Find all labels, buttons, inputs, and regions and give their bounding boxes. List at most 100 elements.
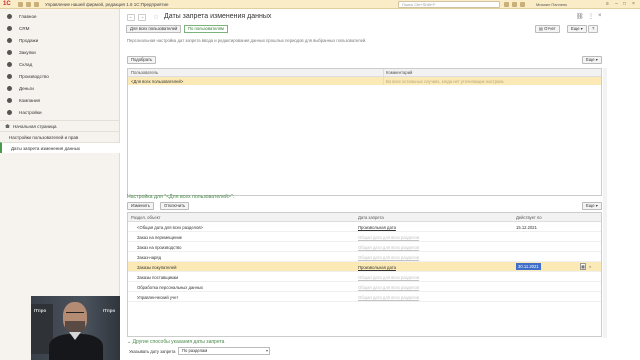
row-section: Заказы покупателей: [137, 264, 177, 270]
sidebar-page-label: Даты запрета изменения данных: [11, 146, 81, 151]
column-header-comment[interactable]: Комментарий: [386, 70, 412, 75]
minimize-icon[interactable]: –: [614, 2, 619, 7]
section-title: Настройка для "<Для всех пользователей>"…: [127, 194, 235, 200]
sidebar-item-settings[interactable]: Настройки: [0, 108, 120, 118]
toggle-all-users[interactable]: Для всех пользователей: [126, 25, 182, 33]
favorites-icon[interactable]: [520, 2, 525, 7]
forward-button[interactable]: →: [138, 14, 146, 21]
search-input[interactable]: Поиск Ctrl+Shift+F: [398, 1, 500, 8]
table-row[interactable]: Заказ-наряд Общая дата для всех разделов: [128, 252, 601, 262]
table-row[interactable]: Управленческий учет Общая дата для всех …: [128, 292, 601, 302]
sidebar-item-sales[interactable]: Продажи: [0, 36, 120, 46]
column-divider: [383, 69, 384, 85]
sidebar-item-production[interactable]: Производство: [0, 72, 120, 82]
toggle-by-users[interactable]: По пользователям: [184, 25, 228, 33]
sidebar-item-warehouse[interactable]: Склад: [0, 60, 120, 70]
more-icon[interactable]: ⋮: [588, 13, 594, 20]
bell-icon[interactable]: [34, 2, 39, 7]
grid-icon[interactable]: [26, 2, 31, 7]
other-ways-label: Другие способы указания даты запрета: [132, 339, 225, 345]
sidebar-item-money[interactable]: Деньги: [0, 84, 120, 94]
row-date-link[interactable]: Общая дата для всех разделов: [358, 235, 419, 240]
table-row[interactable]: Заказ на перемещение Общая дата для всех…: [128, 232, 601, 242]
row-section: Обработка персональных данных: [137, 284, 204, 290]
table-row[interactable]: Обработка персональных данных Общая дата…: [128, 282, 601, 292]
link-icon[interactable]: ⛓: [576, 13, 584, 20]
row-section: Заказ на перемещение: [137, 234, 183, 240]
column-header-user[interactable]: Пользователь: [131, 70, 158, 75]
sidebar-item-label: Главное: [19, 14, 37, 19]
other-ways-toggle[interactable]: ⌄ Другие способы указания даты запрета: [127, 339, 224, 345]
condition-label: Указывать дату запрета: [129, 349, 176, 354]
maximize-icon[interactable]: □: [622, 2, 627, 7]
close-icon[interactable]: ×: [598, 13, 602, 19]
grid2-more-button[interactable]: Еще ▾: [582, 202, 602, 210]
calendar-icon[interactable]: ▦: [580, 263, 586, 270]
row-date-link[interactable]: Общая дата для всех разделов: [358, 275, 419, 280]
menu-icon[interactable]: [18, 2, 23, 7]
table-header: Пользователь Комментарий: [128, 69, 601, 77]
sidebar-page-close-dates[interactable]: Даты запрета изменения данных: [0, 142, 120, 153]
row-date-link[interactable]: Общая дата для всех разделов: [358, 255, 419, 260]
sidebar-item-label: Настройки: [19, 110, 42, 115]
settings-icon[interactable]: ≡: [605, 2, 610, 7]
row-user: <Для всех пользователей>: [131, 78, 184, 84]
row-comment: Во всех остальных случаях, когда нет уто…: [386, 78, 505, 84]
sidebar-page-user-settings[interactable]: Настройки пользователей и прав: [0, 131, 120, 142]
users-table: Пользователь Комментарий <Для всех польз…: [127, 68, 602, 196]
history-icon[interactable]: [512, 2, 517, 7]
page-title: Даты запрета изменения данных: [164, 13, 272, 20]
sidebar-page-home[interactable]: Начальная страница: [0, 120, 120, 131]
date-edit-field[interactable]: 30.11.2021: [516, 263, 541, 270]
off-button[interactable]: Отключить: [160, 202, 190, 210]
row-date-link[interactable]: Произвольная дата: [358, 225, 396, 230]
chevron-down-icon: ▾: [265, 348, 268, 353]
row-section: <Общая дата для всех разделов>: [137, 224, 203, 230]
row-section: Заказы поставщикам: [137, 274, 179, 280]
grid1-more-button[interactable]: Еще ▾: [582, 56, 602, 64]
pick-button[interactable]: Подобрать: [127, 56, 157, 64]
presenter-glasses: [66, 312, 84, 315]
column-header-active[interactable]: Действует по: [516, 215, 542, 220]
row-date-link[interactable]: Общая дата для всех разделов: [358, 285, 419, 290]
report-button[interactable]: ▤ Отчет: [535, 25, 560, 33]
row-date-link[interactable]: Общая дата для всех разделов: [358, 245, 419, 250]
warehouse-icon: [7, 62, 12, 67]
report-button-label: Отчет: [544, 26, 556, 31]
webcam-overlay: ITпро ITпро: [31, 296, 120, 360]
scrollbar[interactable]: [603, 68, 607, 338]
more-button[interactable]: Еще ▾: [567, 25, 587, 33]
close-icon[interactable]: ×: [631, 2, 636, 7]
help-button[interactable]: ?: [588, 25, 599, 33]
column-header-section[interactable]: Раздел, объект: [131, 215, 161, 220]
row-date-link[interactable]: Произвольная дата: [358, 265, 396, 270]
condition-select[interactable]: По разделам ▾: [178, 347, 270, 355]
row-section: Заказ-наряд: [137, 254, 162, 260]
money-icon: [7, 86, 12, 91]
table-row[interactable]: Заказы поставщикам Общая дата для всех р…: [128, 272, 601, 282]
table-row[interactable]: <Для всех пользователей> Во всех остальн…: [128, 77, 601, 85]
notifications-icon[interactable]: [504, 2, 509, 7]
change-button[interactable]: Изменить: [127, 202, 154, 210]
sections-table: Раздел, объект Дата запрета Действует по…: [127, 212, 602, 337]
row-date-link[interactable]: Общая дата для всех разделов: [358, 295, 419, 300]
table-row-selected[interactable]: Заказы покупателей Произвольная дата 30.…: [128, 262, 601, 272]
more-button-label: Еще: [586, 57, 595, 62]
sidebar-item-label: Деньги: [19, 86, 34, 91]
sidebar-item-company[interactable]: Компания: [0, 96, 120, 106]
home-icon: [5, 124, 10, 128]
main-content: ← → ☆ Даты запрета изменения данных ⛓ ⋮ …: [121, 9, 640, 360]
app-logo: 1С: [3, 1, 11, 7]
sidebar-page-label: Начальная страница: [13, 124, 57, 129]
star-icon[interactable]: ☆: [153, 13, 159, 21]
table-row[interactable]: <Общая дата для всех разделов> Произволь…: [128, 222, 601, 232]
table-row[interactable]: Заказ на производство Общая дата для все…: [128, 242, 601, 252]
column-header-date[interactable]: Дата запрета: [358, 215, 384, 220]
sidebar-item-purchases[interactable]: Закупки: [0, 48, 120, 58]
back-button[interactable]: ←: [127, 14, 135, 21]
user-name[interactable]: Михаил Панченк: [536, 2, 567, 7]
sidebar-item-crm[interactable]: CRM: [0, 24, 120, 34]
sidebar-item-main[interactable]: Главное: [0, 12, 120, 22]
table-header: Раздел, объект Дата запрета Действует по: [128, 213, 601, 222]
clear-icon[interactable]: ×: [589, 264, 591, 269]
